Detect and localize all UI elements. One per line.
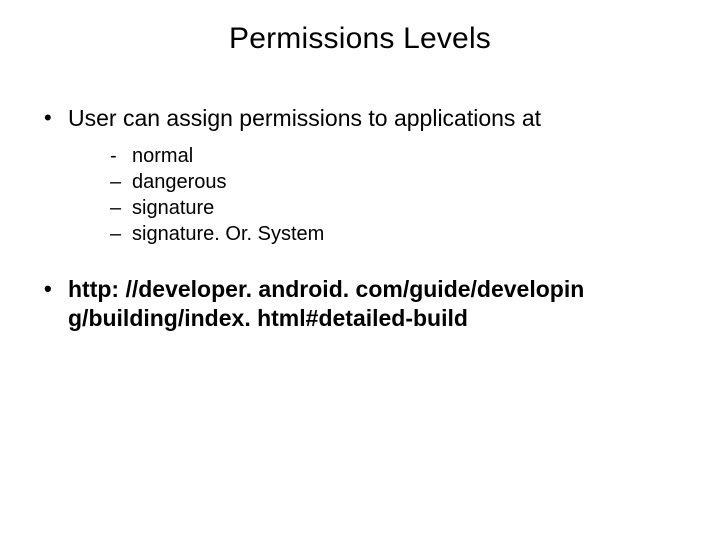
bullet-link-text: http: //developer. android. com/guide/de… (68, 276, 584, 331)
slide: Permissions Levels User can assign permi… (0, 0, 720, 540)
bullet-link: http: //developer. android. com/guide/de… (40, 275, 680, 333)
sub-bullet-text: dangerous (132, 171, 227, 193)
dash-icon: – (110, 195, 126, 221)
slide-title: Permissions Levels (40, 22, 680, 56)
sub-bullet-list: - normal – dangerous – signature – signa… (68, 143, 680, 247)
sub-bullet: – signature (110, 195, 680, 221)
sub-bullet-text: normal (132, 145, 193, 167)
bullet-intro: User can assign permissions to applicati… (40, 104, 680, 247)
dash-icon: - (110, 143, 126, 169)
dash-icon: – (110, 221, 126, 247)
sub-bullet: – signature. Or. System (110, 221, 680, 247)
bullet-list: User can assign permissions to applicati… (40, 104, 680, 332)
sub-bullet: - normal (110, 143, 680, 169)
bullet-intro-text: User can assign permissions to applicati… (68, 105, 541, 131)
dash-icon: – (110, 169, 126, 195)
sub-bullet: – dangerous (110, 169, 680, 195)
sub-bullet-text: signature (132, 197, 214, 219)
sub-bullet-text: signature. Or. System (132, 223, 324, 245)
